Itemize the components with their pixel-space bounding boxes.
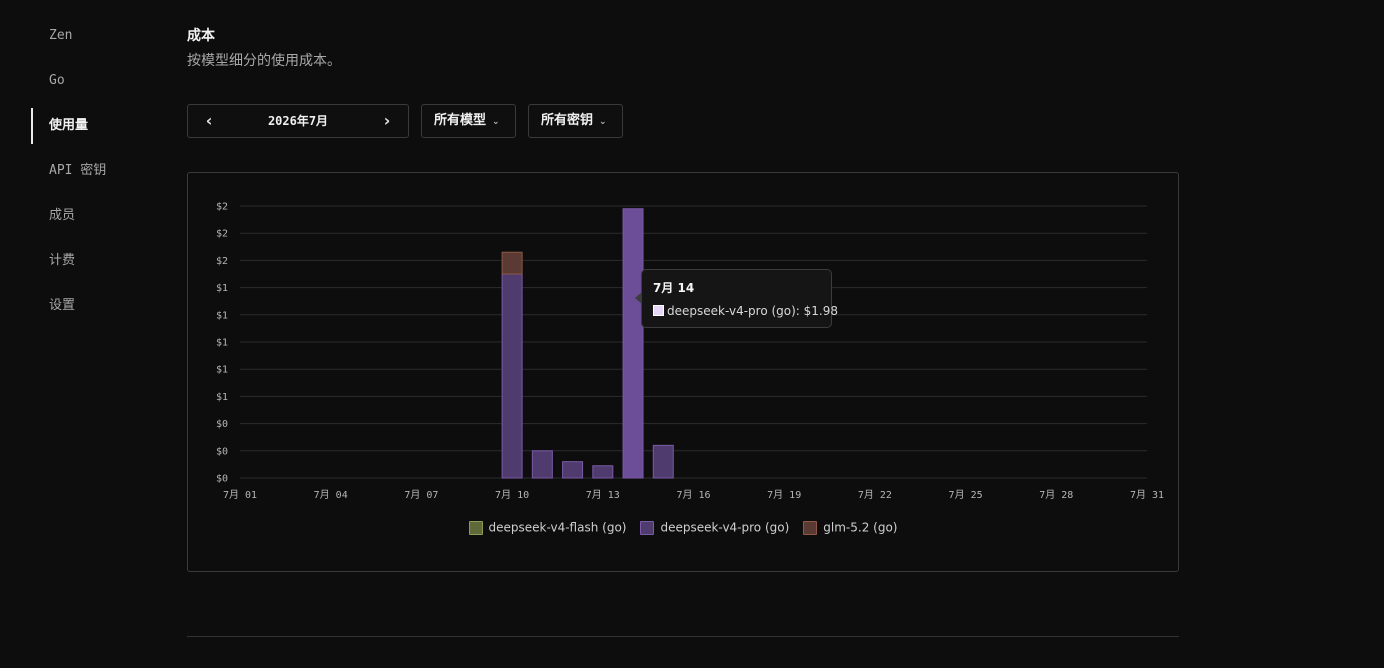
chevron-right-icon[interactable]: › (370, 105, 404, 137)
x-tick-label: 7月 25 (949, 489, 983, 501)
y-tick-label: $1 (216, 338, 228, 349)
sidebar-item-members[interactable]: 成员 (31, 198, 151, 234)
tooltip-text: deepseek-v4-pro (go): $1.98 (667, 304, 839, 318)
bar (622, 208, 644, 479)
x-tick-label: 7月 10 (495, 489, 529, 501)
legend-item[interactable]: deepseek-v4-pro (go) (640, 520, 789, 535)
tooltip-swatch (653, 305, 664, 316)
x-tick-label: 7月 22 (858, 489, 892, 501)
chart-tooltip: 7月 14 deepseek-v4-pro (go): $1.98 (635, 269, 838, 328)
y-tick-label: $0 (216, 474, 228, 485)
sidebar-item-zen[interactable]: Zen (31, 18, 151, 54)
x-tick-label: 7月 31 (1130, 489, 1164, 501)
tooltip-row: deepseek-v4-pro (go): $1.98 (653, 304, 838, 318)
model-filter-label: 所有模型 (434, 113, 487, 128)
cost-chart: $2 $2 $2 $1 $1 $1 $1 $1 $0 $0 $0 7月 01 7月 04 7月 07 7月 … (216, 202, 1164, 502)
month-picker: 2026年7月 ‹ › (187, 104, 409, 138)
bar (592, 465, 614, 479)
y-tick-label: $1 (216, 365, 228, 376)
sidebar-item-settings[interactable]: 设置 (31, 288, 151, 324)
sidebar-item-api-keys[interactable]: API 密钥 (31, 153, 151, 189)
x-tick-label: 7月 13 (586, 489, 620, 501)
y-tick-label: $1 (216, 310, 228, 321)
y-tick-label: $1 (216, 392, 228, 403)
legend-label: deepseek-v4-flash (go) (488, 520, 627, 535)
bar (531, 450, 553, 479)
bottom-divider (187, 636, 1179, 637)
legend-swatch (468, 520, 483, 535)
x-tick-label: 7月 16 (676, 489, 710, 501)
section-subtitle: 按模型细分的使用成本。 (187, 53, 341, 69)
model-filter-dropdown[interactable]: 所有模型 ⌄ (421, 104, 516, 138)
y-tick-label: $2 (216, 202, 228, 213)
chevron-down-icon: ⌄ (492, 117, 500, 127)
tooltip-title: 7月 14 (653, 281, 695, 295)
x-tick-label: 7月 07 (404, 489, 438, 501)
legend-swatch (803, 520, 818, 535)
cost-chart-card: $2 $2 $2 $1 $1 $1 $1 $1 $0 $0 $0 7月 01 7月 04 7月 07 7月 … (187, 172, 1179, 572)
x-tick-label: 7月 01 (223, 489, 257, 501)
bar (562, 461, 584, 479)
legend-label: deepseek-v4-pro (go) (660, 520, 790, 535)
key-filter-dropdown[interactable]: 所有密钥 ⌄ (528, 104, 623, 138)
key-filter-label: 所有密钥 (541, 113, 594, 128)
legend-swatch (640, 520, 655, 535)
sidebar-item-billing[interactable]: 计费 (31, 243, 151, 279)
chevron-down-icon: ⌄ (599, 117, 607, 127)
bar (652, 444, 674, 479)
x-tick-label: 7月 28 (1039, 489, 1073, 501)
legend-item[interactable]: glm-5.2 (go) (803, 520, 897, 535)
y-tick-label: $0 (216, 446, 228, 457)
sidebar-item-go[interactable]: Go (31, 63, 151, 99)
y-tick-label: $2 (216, 256, 228, 267)
legend-item[interactable]: deepseek-v4-flash (go) (468, 520, 627, 535)
chevron-left-icon[interactable]: ‹ (192, 105, 226, 137)
bar (501, 273, 523, 479)
sidebar-item-usage[interactable]: 使用量 (31, 108, 151, 144)
sidebar: Zen Go 使用量 API 密钥 成员 计费 设置 (0, 0, 170, 668)
chart-legend: deepseek-v4-flash (go) deepseek-v4-pro (g… (188, 520, 1178, 535)
x-tick-label: 7月 19 (767, 489, 801, 501)
bar (501, 251, 523, 275)
y-tick-label: $1 (216, 283, 228, 294)
x-tick-label: 7月 04 (314, 489, 348, 501)
y-tick-label: $0 (216, 419, 228, 430)
legend-label: glm-5.2 (go) (823, 520, 898, 535)
section-title: 成本 (187, 28, 215, 44)
y-tick-label: $2 (216, 229, 228, 240)
